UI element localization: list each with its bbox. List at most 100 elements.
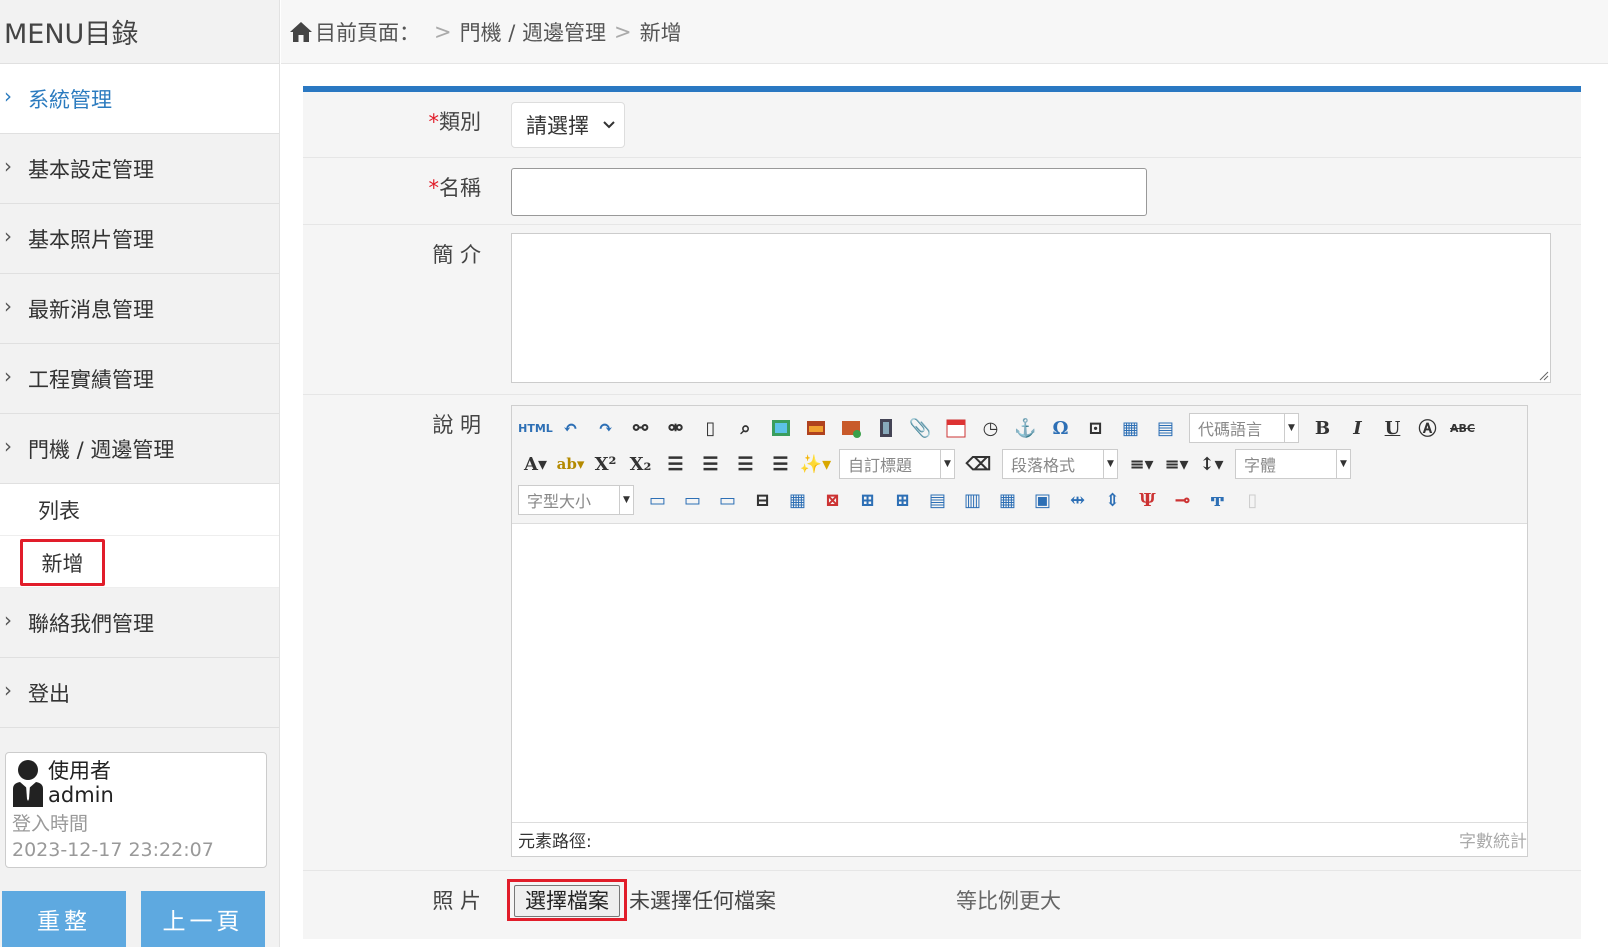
font-size-dropdown[interactable]: 字型大小 ▼ [518, 485, 634, 515]
dropdown-value: 字體 [1244, 456, 1277, 475]
code-icon[interactable]: ▤ [1148, 413, 1183, 443]
sidebar-item-label: 聯絡我們管理 [28, 611, 154, 636]
highlight-color-icon[interactable]: ab▾ [553, 449, 588, 479]
video-icon[interactable] [868, 413, 903, 443]
map-icon[interactable]: ▦ [1113, 413, 1148, 443]
sidebar-item-projects[interactable]: › 工程實績管理 [0, 344, 279, 414]
unlink-icon[interactable]: ⚮ [658, 413, 693, 443]
highlight-box: 選擇檔案 [507, 879, 627, 921]
merge-right-icon[interactable]: ⇹ [1060, 485, 1095, 515]
reset-button[interactable]: 重整 [2, 891, 126, 947]
delete-table-icon[interactable]: ⊠ [815, 485, 850, 515]
sidebar: MENU目錄 › 系統管理 › 基本設定管理 › 基本照片管理 › 最新消息管理… [0, 0, 280, 947]
dropdown-value: 字型大小 [527, 492, 592, 511]
choose-file-button[interactable]: 選擇檔案 [514, 885, 620, 917]
name-input[interactable] [511, 168, 1147, 216]
merge-cells-icon[interactable]: ▣ [1025, 485, 1060, 515]
template-icon[interactable]: ⊡ [1078, 413, 1113, 443]
underline-icon[interactable]: U [1375, 413, 1410, 443]
user-name: admin [48, 783, 114, 807]
chevron-right-icon: › [4, 363, 12, 388]
clock-icon[interactable]: ◷ [973, 413, 1008, 443]
attachment-icon[interactable]: 📎 [903, 413, 938, 443]
anchor-icon[interactable]: ⚓ [1008, 413, 1043, 443]
image-icon[interactable] [763, 413, 798, 443]
code-language-dropdown[interactable]: 代碼語言 ▼ [1189, 413, 1299, 443]
strikethrough-icon[interactable]: ABC [1445, 413, 1480, 443]
sidebar-item-doors[interactable]: › 門機 / 週邊管理 [0, 414, 279, 484]
bold-icon[interactable]: B [1305, 413, 1340, 443]
paragraph-format-dropdown[interactable]: 段落格式 ▼ [1002, 449, 1118, 479]
align-left-icon[interactable]: ☰ [658, 449, 693, 479]
align-center-icon[interactable]: ☰ [693, 449, 728, 479]
row-spacing-bottom-icon[interactable]: ≡▾ [1159, 449, 1194, 479]
split-cols-icon[interactable]: ͳ [1200, 485, 1235, 515]
insert-picture-icon[interactable] [798, 413, 833, 443]
align-right-icon[interactable]: ☰ [728, 449, 763, 479]
subscript-icon[interactable]: X₂ [623, 449, 658, 479]
category-select[interactable]: 請選擇 [511, 102, 625, 148]
italic-icon[interactable]: I [1340, 413, 1375, 443]
editor-content-area[interactable] [512, 524, 1527, 822]
chevron-right-icon: › [4, 677, 12, 702]
sidebar-item-basic-photos[interactable]: › 基本照片管理 [0, 204, 279, 274]
user-card: 使用者 admin 登入時間 2023-12-17 23:22:07 [5, 752, 267, 868]
resize-grip-icon[interactable] [1537, 369, 1549, 381]
dropdown-arrow-icon: ▼ [1336, 450, 1350, 478]
row-spacing-top-icon[interactable]: ≡▾ [1124, 449, 1159, 479]
delete-row-icon[interactable]: ▤ [920, 485, 955, 515]
link-icon[interactable]: ⚯ [623, 413, 658, 443]
superscript-icon[interactable]: X² [588, 449, 623, 479]
insert-col-icon[interactable]: ▥ [955, 485, 990, 515]
sidebar-item-contact[interactable]: › 聯絡我們管理 [0, 588, 279, 658]
sidebar-item-system[interactable]: › 系統管理 [0, 64, 279, 134]
dropdown-arrow-icon: ▼ [619, 486, 633, 514]
font-color-icon[interactable]: A▾ [518, 449, 553, 479]
image-float-right-icon[interactable]: ▭ [675, 485, 710, 515]
format-brush-icon[interactable]: ✨▾ [798, 449, 833, 479]
new-page-icon[interactable]: ▯ [693, 413, 728, 443]
insert-row-icon[interactable]: ⊞ [885, 485, 920, 515]
sidebar-item-logout[interactable]: › 登出 [0, 658, 279, 728]
sidebar-item-news[interactable]: › 最新消息管理 [0, 274, 279, 344]
insert-table-icon[interactable]: ▦ [780, 485, 815, 515]
photo-label: 照 片 [303, 871, 511, 939]
preview-icon[interactable]: ⌕ [728, 413, 763, 443]
insert-paragraph-before-icon[interactable]: ⊞ [850, 485, 885, 515]
html-source-icon[interactable]: HTML [518, 413, 553, 443]
word-count-label: 字數統計 [1459, 832, 1527, 852]
merge-down-icon[interactable]: ⇕ [1095, 485, 1130, 515]
back-button[interactable]: 上一頁 [141, 891, 265, 947]
split-cells-icon[interactable]: Ψ [1130, 485, 1165, 515]
photo-row: 照 片 選擇檔案 未選擇任何檔案 等比例更大 [303, 871, 1581, 939]
intro-label: 簡 介 [303, 225, 511, 394]
image-center-icon[interactable]: ⊟ [745, 485, 780, 515]
image-float-left-icon[interactable]: ▭ [640, 485, 675, 515]
chevron-right-icon: › [4, 153, 12, 178]
font-border-icon[interactable]: Ⓐ [1410, 413, 1445, 443]
intro-textarea[interactable] [511, 233, 1551, 383]
dropdown-arrow-icon: ▼ [940, 450, 954, 478]
gallery-icon[interactable] [833, 413, 868, 443]
ratio-note: 等比例更大 [956, 889, 1061, 913]
calendar-icon[interactable] [938, 413, 973, 443]
breadcrumb-item-doors[interactable]: 門機 / 週邊管理 [460, 17, 606, 47]
font-family-dropdown[interactable]: 字體 ▼ [1235, 449, 1351, 479]
split-rows-icon[interactable]: ⊸ [1165, 485, 1200, 515]
line-height-icon[interactable]: ↕▾ [1194, 449, 1229, 479]
image-inline-icon[interactable]: ▭ [710, 485, 745, 515]
align-justify-icon[interactable]: ☰ [763, 449, 798, 479]
eraser-icon[interactable]: ⌫ [961, 449, 996, 479]
undo-icon[interactable]: ↶ [553, 413, 588, 443]
category-row: *類別 請選擇 [303, 92, 1581, 158]
sidebar-item-basic-settings[interactable]: › 基本設定管理 [0, 134, 279, 204]
redo-icon[interactable]: ↷ [588, 413, 623, 443]
category-select-value: 請選擇 [526, 114, 589, 138]
custom-title-dropdown[interactable]: 自訂標題 ▼ [839, 449, 955, 479]
sidebar-subitem-add[interactable]: 新增 [0, 536, 279, 588]
chart-icon[interactable]: ▯ [1235, 485, 1270, 515]
user-avatar-icon [13, 760, 43, 807]
delete-col-icon[interactable]: ▦ [990, 485, 1025, 515]
sidebar-subitem-list[interactable]: 列表 [0, 484, 279, 536]
special-char-icon[interactable]: Ω [1043, 413, 1078, 443]
